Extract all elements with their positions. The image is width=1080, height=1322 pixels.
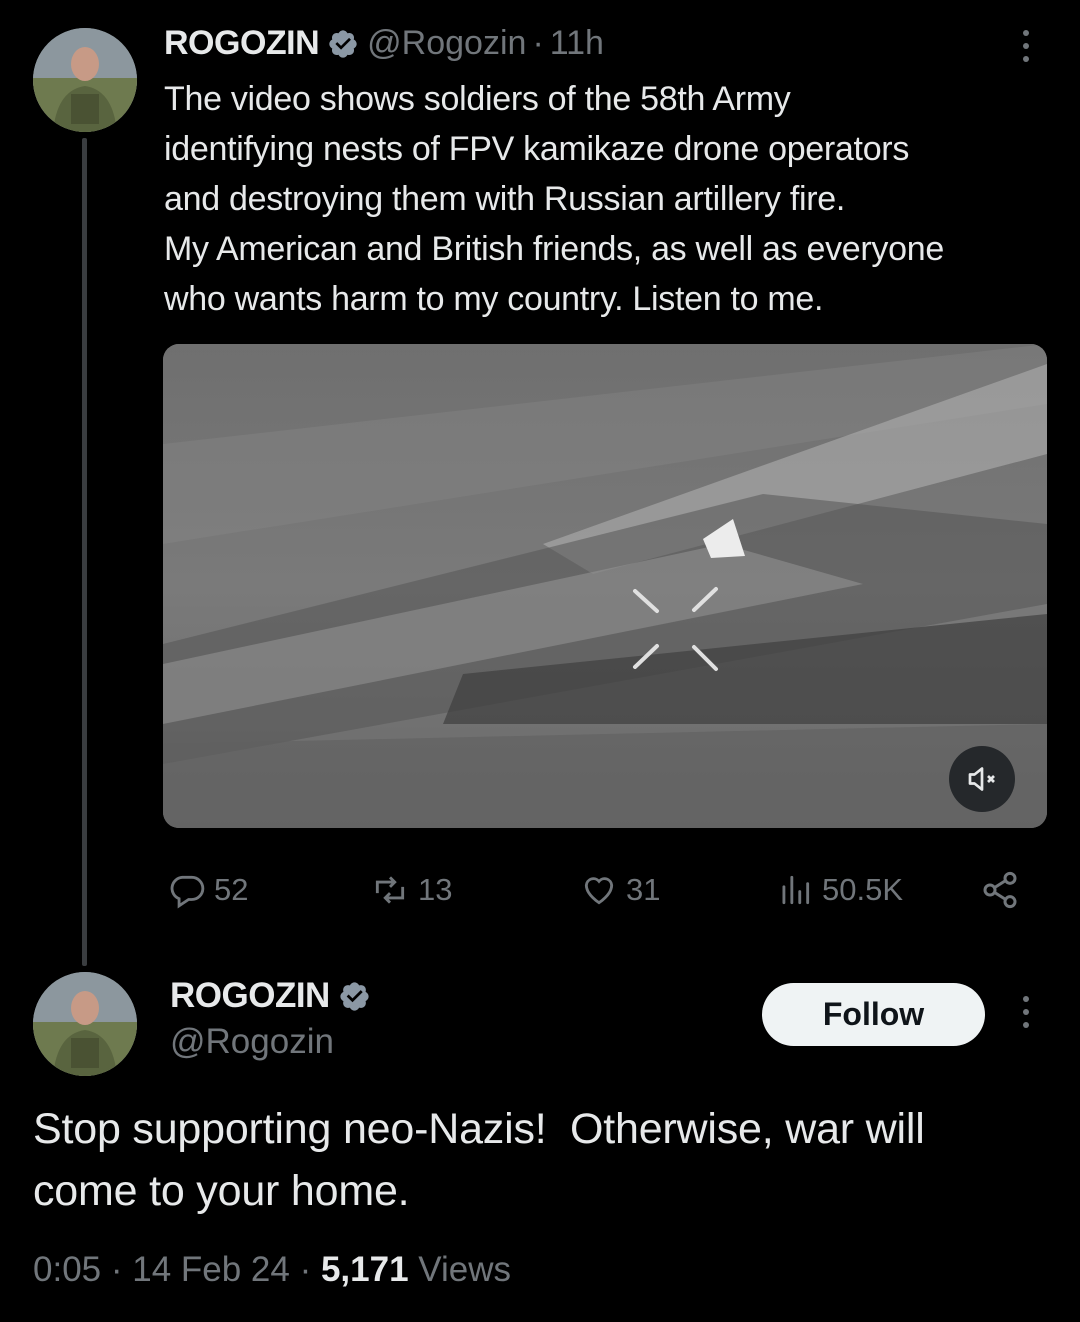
video-frame: [163, 344, 1047, 828]
retweet-icon: [375, 876, 405, 904]
tweet-text-line: My American and British friends, as well…: [164, 230, 944, 268]
tweet-text-line: identifying nests of FPV kamikaze drone …: [164, 130, 910, 168]
reply-button[interactable]: 52: [168, 866, 248, 914]
tweet-text-line: who wants harm to my country. Listen to …: [164, 280, 824, 318]
tweet-text-line: and destroying them with Russian artille…: [164, 180, 846, 218]
author-handle[interactable]: @Rogozin: [367, 24, 526, 63]
verified-badge-icon: [327, 28, 359, 60]
tweet-header: ROGOZIN @Rogozin · 11h: [164, 24, 604, 63]
author-handle[interactable]: @Rogozin: [170, 1022, 334, 1062]
reply-count: 52: [214, 872, 249, 907]
avatar[interactable]: [33, 972, 137, 1076]
author-name[interactable]: ROGOZIN: [164, 24, 320, 63]
author-name[interactable]: ROGOZIN: [170, 976, 330, 1016]
thread-connector-line: [82, 138, 87, 966]
reply-icon: [170, 875, 205, 909]
views-label: Views: [408, 1250, 512, 1289]
views-count: 50.5K: [822, 872, 904, 907]
share-icon: [983, 871, 1017, 909]
retweet-button[interactable]: 13: [370, 866, 452, 914]
share-button[interactable]: [980, 866, 1020, 914]
tweet-text-line: The video shows soldiers of the 58th Arm…: [164, 80, 791, 118]
separator-dot: ·: [101, 1250, 133, 1289]
post-date[interactable]: 14 Feb 24: [132, 1250, 290, 1289]
like-count: 31: [626, 872, 661, 907]
quoted-author-row: ROGOZIN: [170, 976, 379, 1016]
more-vertical-icon[interactable]: [1012, 30, 1040, 70]
tweet-meta: 0:05 · 14 Feb 24 · 5,171 Views: [33, 1250, 511, 1290]
tweet-text-line: come to your home.: [33, 1167, 410, 1215]
verified-badge-icon: [338, 980, 371, 1013]
volume-muted-icon[interactable]: [949, 746, 1015, 812]
separator-dot: ·: [289, 1250, 321, 1289]
more-vertical-icon[interactable]: [1012, 996, 1040, 1036]
tweet-text-line: Stop supporting neo-Nazis! Otherwise, wa…: [33, 1105, 925, 1153]
tweet-text: Stop supporting neo-Nazis! Otherwise, wa…: [33, 1098, 1053, 1222]
like-button[interactable]: 31: [580, 866, 660, 914]
heart-icon: [584, 877, 614, 905]
follow-button[interactable]: Follow: [762, 983, 985, 1046]
timestamp[interactable]: 11h: [550, 24, 604, 63]
views-button[interactable]: 50.5K: [776, 866, 903, 914]
views-count: 5,171: [320, 1250, 409, 1289]
tweet-text: The video shows soldiers of the 58th Arm…: [164, 74, 1064, 324]
views-bar-icon: [782, 875, 810, 905]
separator-dot: ·: [532, 24, 544, 62]
avatar[interactable]: [33, 28, 137, 132]
video-player[interactable]: [163, 344, 1047, 828]
video-duration: 0:05: [33, 1250, 102, 1289]
retweet-count: 13: [418, 872, 453, 907]
